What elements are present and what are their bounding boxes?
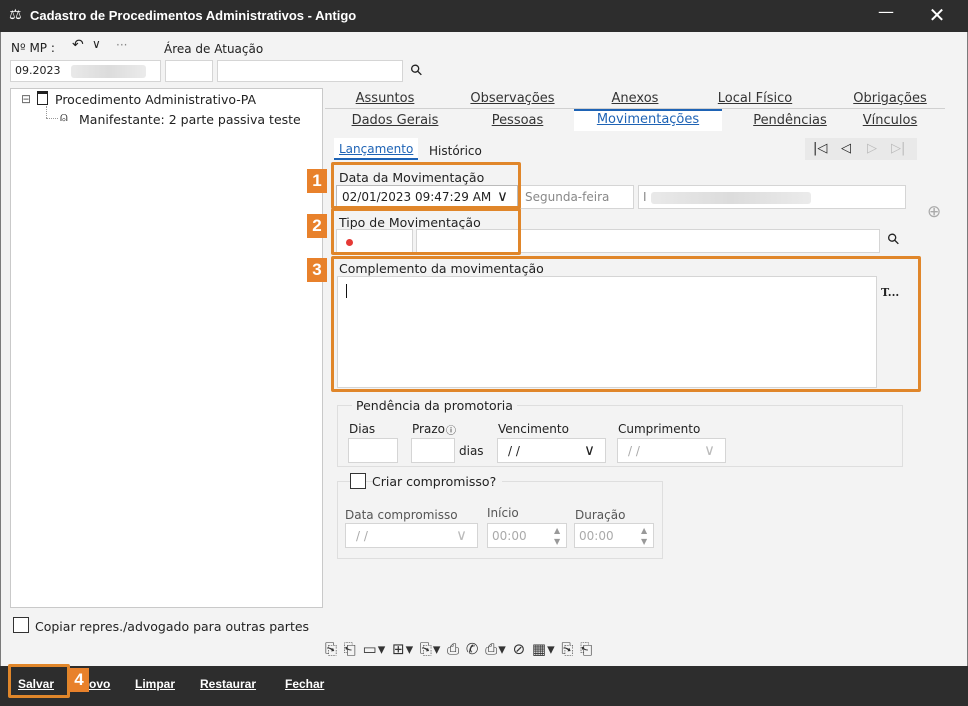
step-badge-3: 3	[307, 258, 327, 282]
title-bar: ⚖ Cadastro de Procedimentos Administrati…	[0, 0, 968, 32]
document-icon	[37, 91, 48, 105]
person-icon: ⍝	[60, 110, 68, 125]
step-badge-4: 4	[69, 668, 89, 692]
area-atuacao-label: Área de Atuação	[164, 42, 264, 56]
tree-root-label[interactable]: Procedimento Administrativo-PA	[55, 92, 256, 107]
responsavel-initial: I	[643, 190, 647, 204]
prev-record-button[interactable]: ◁	[841, 141, 851, 156]
last-record-button[interactable]: ▷|	[891, 141, 905, 156]
spinner-icon[interactable]: ▲ ▼	[554, 525, 560, 547]
criar-compromisso-label: Criar compromisso?	[372, 474, 503, 489]
vencimento-picker[interactable]: / / ∨	[497, 438, 606, 463]
cumprimento-value: / /	[628, 444, 640, 458]
tab-movimentacoes[interactable]: Movimentações	[580, 112, 716, 127]
data-compromisso-label: Data compromisso	[345, 508, 458, 522]
tab-vinculos[interactable]: Vínculos	[850, 113, 930, 128]
copiar-checkbox[interactable]	[13, 617, 29, 633]
mp-number-value: 09.2023	[15, 64, 61, 77]
tree-connector	[46, 106, 47, 118]
window-title: Cadastro de Procedimentos Administrativo…	[30, 8, 357, 23]
highlight-box-1	[331, 162, 521, 209]
inicio-label: Início	[487, 506, 519, 520]
pendencia-title: Pendência da promotoria	[352, 398, 517, 413]
dias-unit: dias	[459, 444, 484, 458]
inicio-input[interactable]: 00:00 ▲ ▼	[487, 523, 567, 548]
bottom-action-bar: Salvar ovo Limpar Restaurar Fechar	[0, 666, 968, 706]
responsavel-field: I	[638, 185, 906, 209]
limpar-button[interactable]: Limpar	[135, 677, 175, 691]
dias-input[interactable]	[348, 438, 398, 463]
redacted-name	[651, 192, 811, 204]
vencimento-value: / /	[508, 444, 520, 458]
dias-label: Dias	[349, 422, 376, 436]
action-toolbar[interactable]: ⎘ ⎗ ▭▾ ⊞▾ ⎘▾ ⎙ ✆ ⎙▾ ⊘ ▦▾ ⎘ ⎗	[325, 640, 593, 658]
data-compromisso-picker[interactable]: / / ∨	[345, 523, 478, 548]
highlight-box-4	[8, 664, 70, 698]
mp-label: Nº MP :	[11, 41, 55, 55]
spinner-icon[interactable]: ▲ ▼	[641, 525, 647, 547]
close-button[interactable]: ✕	[925, 3, 949, 27]
tree-child-label[interactable]: Manifestante: 2 parte passiva teste	[79, 112, 301, 127]
fechar-button[interactable]: Fechar	[285, 677, 324, 691]
mp-number-input[interactable]: 09.2023	[10, 60, 161, 82]
weekday-value: Segunda-feira	[525, 190, 610, 204]
tab-local-fisico[interactable]: Local Físico	[705, 91, 805, 106]
prazo-label: Prazo	[412, 422, 445, 436]
chevron-down-icon[interactable]: ∨	[704, 441, 715, 459]
tab-obrigacoes[interactable]: Obrigações	[840, 91, 940, 106]
undo-icon[interactable]: ↶	[72, 37, 84, 53]
step-badge-2: 2	[307, 214, 327, 238]
prazo-input[interactable]	[411, 438, 455, 463]
next-record-button[interactable]: ▷	[867, 141, 877, 156]
copiar-label: Copiar repres./advogado para outras part…	[35, 619, 310, 634]
minimize-button[interactable]: —	[875, 2, 897, 21]
tab-dados-gerais[interactable]: Dados Gerais	[345, 113, 445, 128]
duracao-input[interactable]: 00:00 ▲ ▼	[574, 523, 654, 548]
subtab-lancamento[interactable]: Lançamento	[339, 142, 413, 156]
highlight-box-3	[331, 256, 921, 392]
restaurar-button[interactable]: Restaurar	[200, 677, 256, 691]
cumprimento-label: Cumprimento	[618, 422, 701, 436]
redacted-mp	[71, 65, 146, 78]
tree-connector	[46, 118, 58, 119]
tab-pendencias[interactable]: Pendências	[740, 113, 840, 128]
more-icon[interactable]: ···	[116, 38, 127, 52]
add-icon[interactable]: ⊕	[927, 202, 941, 222]
area-name-input[interactable]	[217, 60, 403, 82]
chevron-down-icon[interactable]: ∨	[584, 441, 595, 459]
duracao-value: 00:00	[579, 529, 614, 543]
first-record-button[interactable]: |◁	[813, 141, 827, 156]
tree-panel: ⊟ Procedimento Administrativo-PA ⍝ Manif…	[10, 88, 323, 608]
chevron-down-icon[interactable]: ∨	[456, 526, 467, 544]
duracao-label: Duração	[575, 508, 626, 522]
tab-pessoas[interactable]: Pessoas	[480, 113, 555, 128]
vencimento-label: Vencimento	[498, 422, 569, 436]
data-compromisso-value: / /	[356, 529, 368, 543]
novo-button[interactable]: ovo	[89, 677, 110, 691]
collapse-icon[interactable]: ⊟	[21, 92, 31, 106]
step-badge-1: 1	[307, 169, 327, 193]
weekday-field: Segunda-feira	[520, 185, 634, 209]
record-nav: |◁ ◁ ▷ ▷|	[805, 138, 917, 160]
app-icon: ⚖	[9, 7, 22, 23]
subtab-historico[interactable]: Histórico	[429, 144, 482, 158]
area-code-input[interactable]	[165, 60, 213, 82]
info-icon[interactable]: ⓘ	[446, 422, 456, 437]
tab-assuntos[interactable]: Assuntos	[340, 91, 430, 106]
chevron-down-icon[interactable]: ∨	[92, 37, 101, 51]
criar-compromisso-checkbox[interactable]	[350, 473, 366, 489]
tab-observacoes[interactable]: Observações	[460, 91, 565, 106]
tab-anexos[interactable]: Anexos	[600, 91, 670, 106]
highlight-box-2	[331, 208, 521, 255]
cumprimento-picker[interactable]: / / ∨	[617, 438, 726, 463]
inicio-value: 00:00	[492, 529, 527, 543]
